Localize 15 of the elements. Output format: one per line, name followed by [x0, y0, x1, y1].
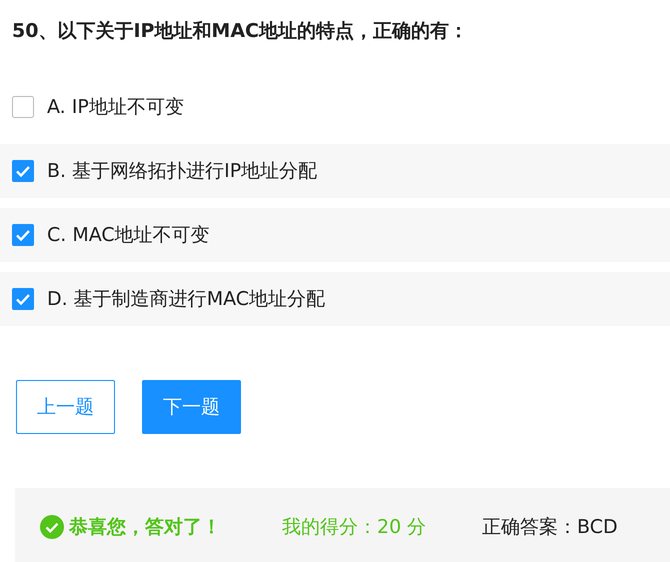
question-text: 50、以下关于IP地址和MAC地址的特点，正确的有：	[12, 20, 468, 42]
nav-button[interactable]: 上一题	[16, 380, 115, 434]
option-label: D. 基于制造商进行MAC地址分配	[47, 286, 326, 312]
checkbox[interactable]	[12, 160, 34, 182]
option-label: B. 基于网络拓扑进行IP地址分配	[47, 158, 318, 184]
check-circle-icon	[40, 515, 64, 539]
option-label: C. MAC地址不可变	[47, 222, 210, 248]
result-message: 恭喜您，答对了！	[69, 514, 222, 540]
checkbox[interactable]	[12, 288, 34, 310]
nav-button[interactable]: 下一题	[142, 380, 241, 434]
correct-answer: 正确答案：BCD	[482, 514, 618, 540]
option-label: A. IP地址不可变	[47, 94, 184, 120]
score-text: 我的得分：20 分	[282, 514, 428, 540]
checkbox[interactable]	[12, 224, 34, 246]
checkbox[interactable]	[12, 96, 34, 118]
